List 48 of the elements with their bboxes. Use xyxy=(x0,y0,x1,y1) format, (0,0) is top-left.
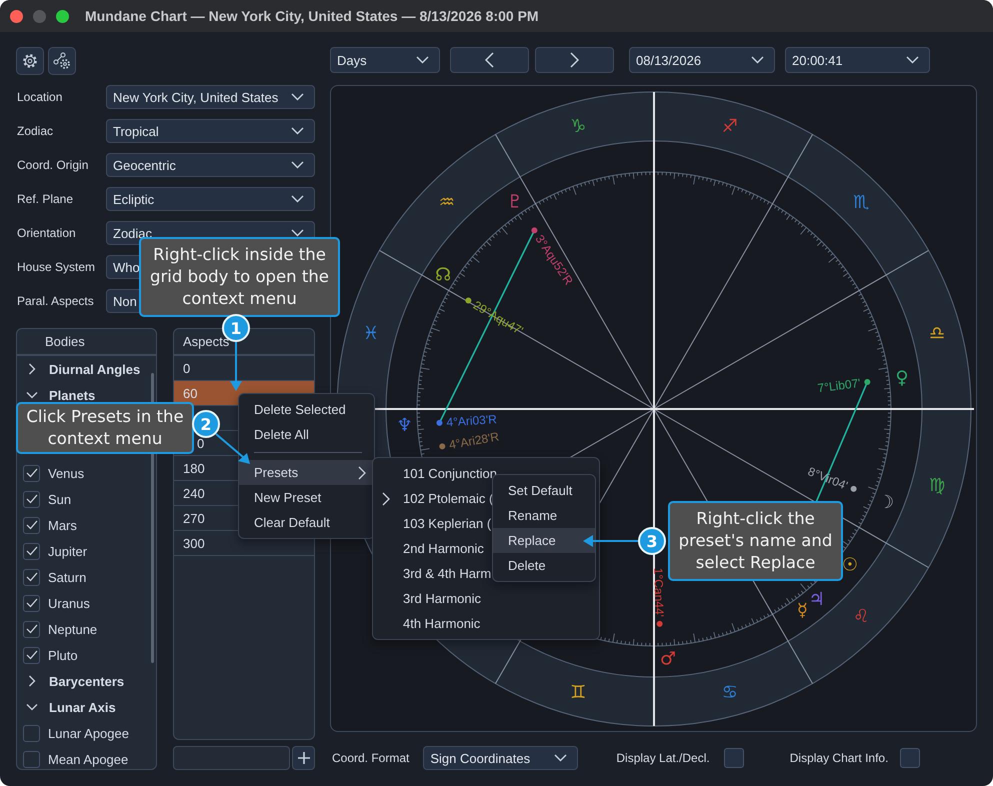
planet-glyph: ☊ xyxy=(435,264,452,286)
column-header: Bodies xyxy=(17,329,156,356)
zodiac-sign-glyph: ♊ xyxy=(570,682,586,704)
field-label: Coord. Format xyxy=(331,751,410,765)
field-label: Orientation xyxy=(16,226,77,240)
body-label: Saturn xyxy=(48,570,86,584)
body-label: Pluto xyxy=(48,648,78,662)
position-label: 4°Ari03'R xyxy=(446,412,498,430)
position-label: 1°Can44' xyxy=(651,568,666,618)
position-label: 4°Ari28'R xyxy=(448,429,500,452)
window-title: Mundane Chart — New York City, United States — 8/13/2026 8:00 PM xyxy=(85,8,539,24)
planet-glyph: ♆ xyxy=(396,415,413,436)
planet-glyph: ☿ xyxy=(796,600,808,622)
zodiac-sign-glyph: ♓ xyxy=(362,323,380,344)
field-label: Zodiac xyxy=(16,124,54,138)
zodiac-sign-glyph: ♐ xyxy=(722,116,738,137)
body-label: Mean Apogee xyxy=(48,752,128,766)
field-label: House System xyxy=(16,260,96,274)
callout-tooltip: Right-click inside the grid body to open the context menu xyxy=(139,237,340,317)
planet-glyph: ♃ xyxy=(808,588,825,610)
body-label: Uranus xyxy=(48,596,90,610)
position-label: 7°Lib07' xyxy=(816,376,862,396)
body-label: Sun xyxy=(48,492,72,506)
planet-glyph: ♂ xyxy=(660,648,676,670)
zodiac-sign-glyph: ♋ xyxy=(722,682,738,704)
zodiac-sign-glyph: ♑ xyxy=(570,116,586,137)
field-label: Ref. Plane xyxy=(16,192,74,206)
planet-glyph: ☉ xyxy=(842,554,858,576)
field-label: Display Chart Info. xyxy=(788,751,888,765)
zodiac-sign-glyph: ♏ xyxy=(853,192,870,213)
planet-glyph: ♇ xyxy=(506,191,523,212)
body-label: Mars xyxy=(48,518,77,532)
field-label: Paral. Aspects xyxy=(16,294,95,308)
field-label: Display Lat./Decl. xyxy=(615,751,710,765)
zodiac-sign-glyph: ♌ xyxy=(853,606,870,628)
planet-glyph: ♀ xyxy=(895,368,909,389)
zodiac-sign-glyph: ♒ xyxy=(438,192,455,213)
field-label: Location xyxy=(16,90,64,104)
callout-tooltip: Right-click the preset's name and select Replace xyxy=(668,501,843,581)
body-label: Jupiter xyxy=(48,544,88,558)
body-label: Lunar Apogee xyxy=(48,726,129,740)
field-label: Coord. Origin xyxy=(16,158,90,172)
planet-glyph: ☽ xyxy=(878,492,894,513)
zodiac-sign-glyph: ♍ xyxy=(928,474,946,496)
callout-tooltip: Click Presets in the context menu xyxy=(16,402,194,454)
body-label: Neptune xyxy=(48,622,98,636)
zodiac-sign-glyph: ♎ xyxy=(928,323,946,344)
body-label: Venus xyxy=(48,466,84,480)
